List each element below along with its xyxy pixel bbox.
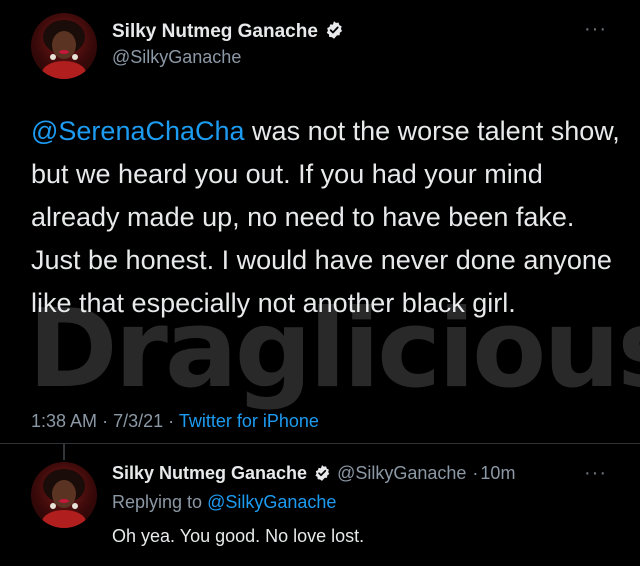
- reply-text: Oh yea. You good. No love lost.: [112, 526, 365, 546]
- tweet-meta: 1:38 AM · 7/3/21 · Twitter for iPhone: [31, 411, 319, 432]
- replying-to: Replying to @SilkyGanache: [112, 492, 336, 513]
- meta-separator: ·: [168, 411, 175, 431]
- more-options-icon[interactable]: ···: [584, 18, 607, 41]
- tweet-body: was not the worse talent show, but we he…: [31, 116, 620, 318]
- reply-separator: ·: [472, 463, 479, 483]
- author-handle[interactable]: @SilkyGanache: [112, 47, 241, 68]
- verified-badge-icon: [313, 464, 331, 487]
- author-name-text[interactable]: Silky Nutmeg Ganache: [112, 21, 318, 42]
- reply-author-handle[interactable]: @SilkyGanache: [337, 463, 466, 483]
- meta-separator: ·: [102, 411, 109, 431]
- profile-photo-icon: [42, 469, 86, 528]
- divider: [0, 443, 640, 444]
- replying-to-handle[interactable]: @SilkyGanache: [207, 492, 336, 512]
- mention-link[interactable]: @SerenaChaCha: [31, 116, 245, 146]
- tweet-time[interactable]: 1:38 AM: [31, 411, 97, 431]
- tweet-date[interactable]: 7/3/21: [113, 411, 163, 431]
- author-display-name[interactable]: Silky Nutmeg Ganache: [112, 20, 344, 46]
- thread-line: [63, 444, 65, 460]
- reply-author-name[interactable]: Silky Nutmeg Ganache: [112, 463, 307, 483]
- reply-more-options-icon[interactable]: ···: [584, 462, 607, 485]
- replying-to-label: Replying to: [112, 492, 203, 512]
- reply-time-ago[interactable]: 10m: [480, 463, 515, 483]
- author-avatar[interactable]: [31, 13, 97, 79]
- tweet-text: @SerenaChaCha was not the worse talent s…: [31, 110, 621, 325]
- reply-author-avatar[interactable]: [31, 462, 97, 528]
- profile-photo-icon: [42, 20, 86, 79]
- tweet-source-link[interactable]: Twitter for iPhone: [179, 411, 319, 431]
- verified-badge-icon: [324, 20, 344, 46]
- main-tweet[interactable]: Silky Nutmeg Ganache @SilkyGanache ··· @…: [0, 0, 640, 440]
- reply-header: Silky Nutmeg Ganache @SilkyGanache · 10m: [112, 463, 515, 487]
